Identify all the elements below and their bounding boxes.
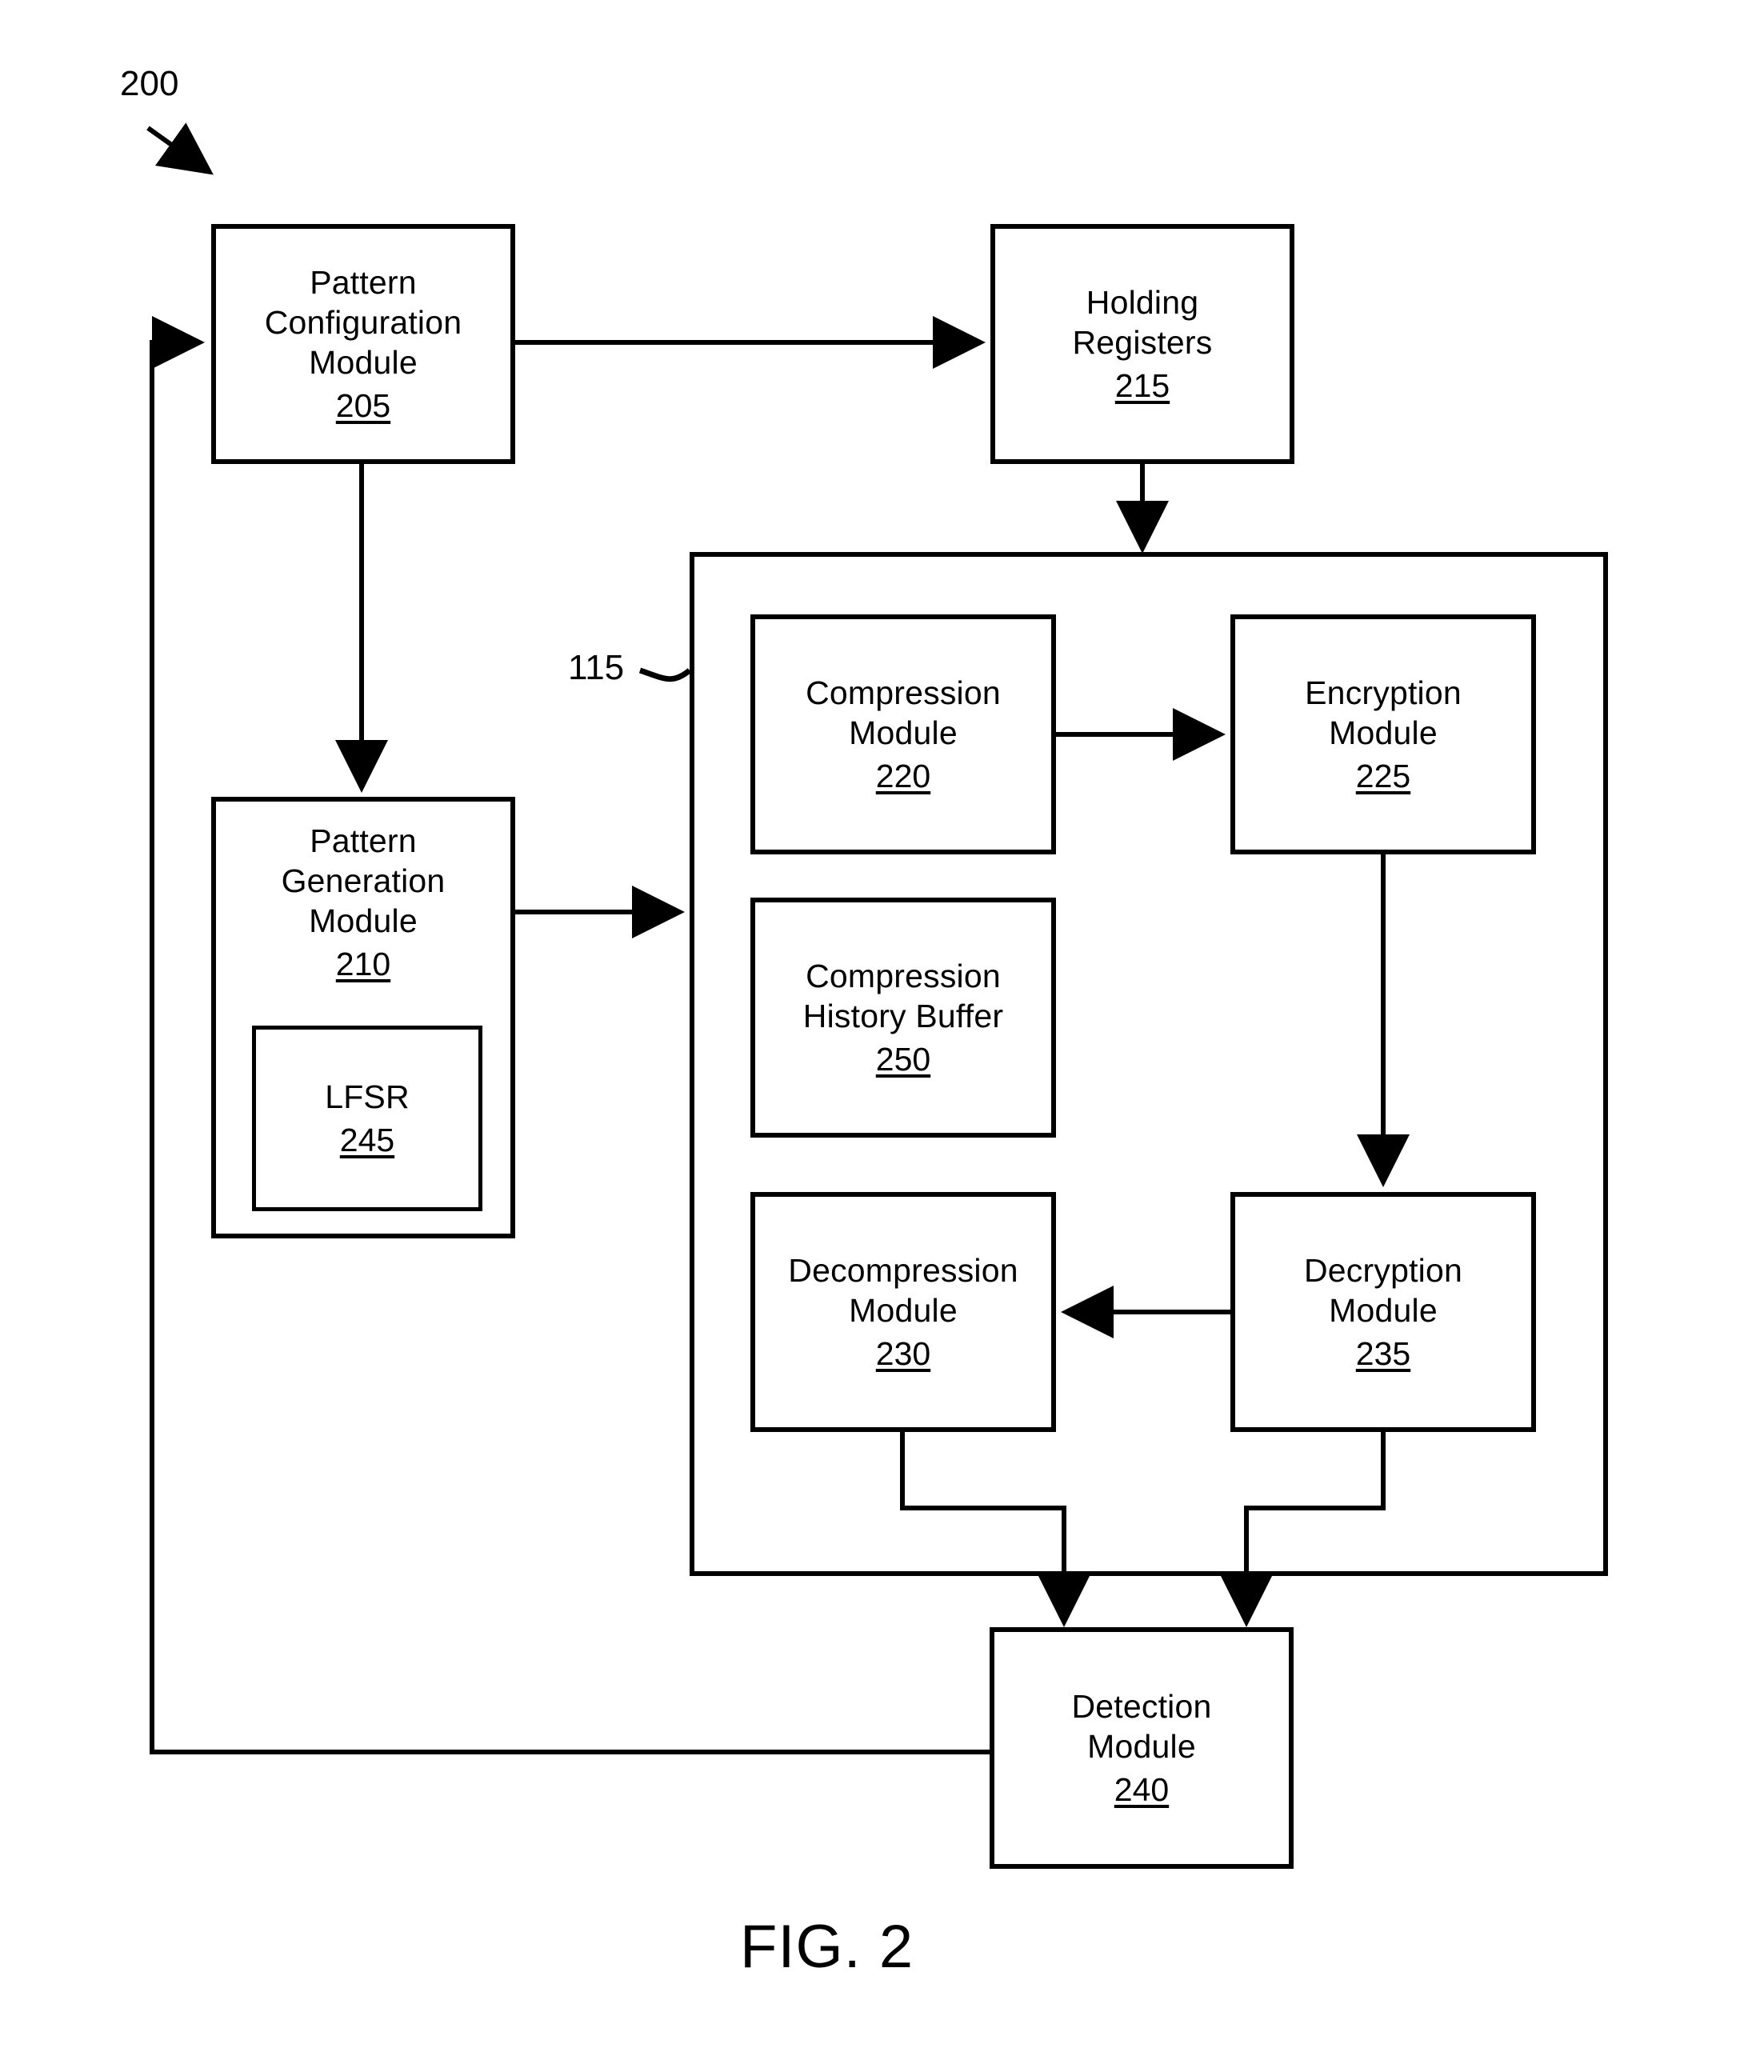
node-reference-number: 230 [875,1335,931,1372]
node-reference-number: 250 [875,1041,931,1078]
node-label-line-1: Pattern [310,263,417,301]
system-reference-label: 200 [120,64,179,103]
node-decryption-module[interactable]: Decryption Module 235 [1230,1192,1536,1432]
node-holding-registers[interactable]: Holding Registers 215 [990,224,1294,464]
node-label-line-1: Holding [1086,283,1199,321]
node-reference-number: 245 [339,1122,395,1158]
node-label-line-1: Compression [806,674,1001,711]
node-label-line-2: Generation [281,862,446,900]
node-label-line-1: Compression [806,957,1001,994]
figure-caption: FIG. 2 [740,1913,914,1981]
node-label-line-1: Pattern [310,822,417,859]
node-label-line-1: Decompression [788,1251,1018,1289]
node-label-line-3: Module [309,344,418,381]
node-reference-number: 240 [1114,1771,1170,1808]
node-reference-number: 215 [1114,367,1170,404]
node-pattern-generation-module[interactable]: Pattern Generation Module 210 LFSR 245 [211,797,515,1238]
node-label-line-2: Module [1329,1291,1438,1329]
node-reference-number: 220 [875,758,931,794]
node-encryption-module[interactable]: Encryption Module 225 [1230,614,1536,854]
node-label-line-2: Module [1087,1727,1196,1765]
node-label-line-1: LFSR [325,1078,410,1115]
node-label-line-2: Configuration [264,303,462,341]
node-label-line-1: Detection [1071,1687,1212,1725]
node-label-line-1: Encryption [1305,674,1462,711]
node-decompression-module[interactable]: Decompression Module 230 [750,1192,1056,1432]
node-label-line-2: Module [1329,714,1438,751]
node-reference-number: 210 [335,946,391,983]
node-label-line-2: Registers [1072,323,1213,361]
node-label-line-2: History Buffer [802,997,1004,1034]
node-reference-number: 225 [1355,758,1411,794]
node-pattern-configuration-module[interactable]: Pattern Configuration Module 205 [211,224,515,464]
node-compression-history-buffer[interactable]: Compression History Buffer 250 [750,898,1056,1138]
node-label-line-2: Module [849,714,958,751]
node-reference-number: 235 [1355,1335,1411,1372]
system-leader-arrow [146,122,214,175]
patent-figure: 200 115 Pattern Configuration Module 205… [0,0,1764,2072]
node-label-line-2: Module [849,1291,958,1329]
container-leader-line [638,667,692,682]
node-reference-number: 205 [335,387,391,425]
node-label-line-1: Decryption [1304,1251,1462,1289]
container-reference-label: 115 [568,648,625,687]
node-compression-module[interactable]: Compression Module 220 [750,614,1056,854]
node-label-line-3: Module [309,902,418,940]
node-detection-module[interactable]: Detection Module 240 [990,1627,1294,1869]
node-lfsr[interactable]: LFSR 245 [252,1026,482,1211]
